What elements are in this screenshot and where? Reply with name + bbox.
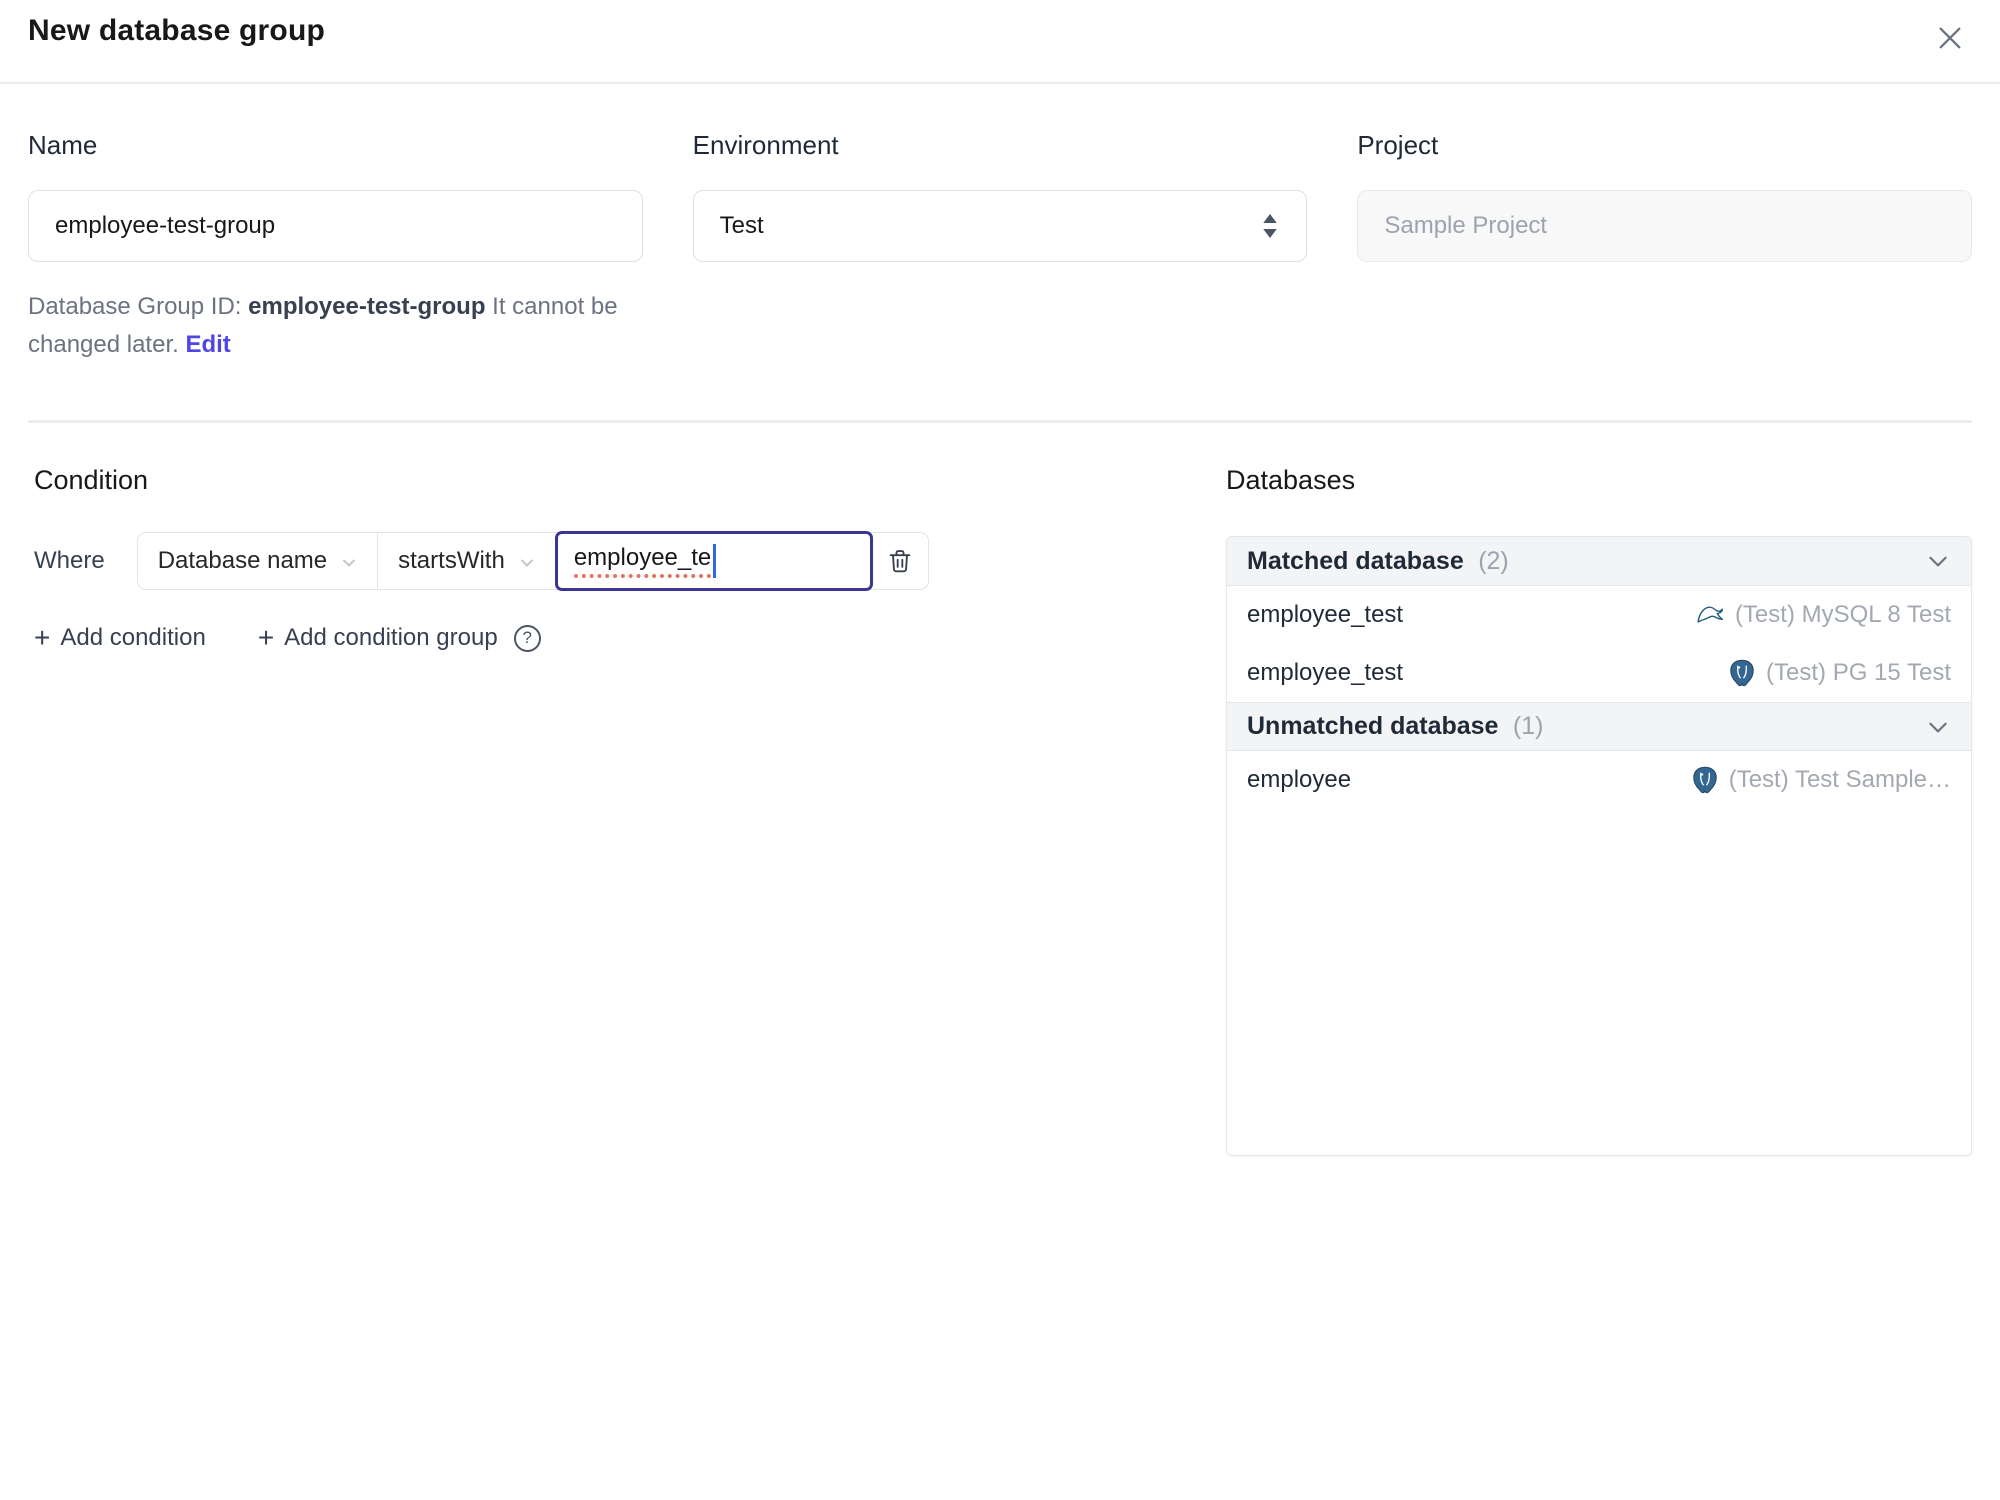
database-row: employee (Test) Test Sample… <box>1227 751 1971 809</box>
matched-database-title: Matched database <box>1247 546 1464 575</box>
matched-database-count: (2) <box>1478 546 1509 575</box>
edit-id-link[interactable]: Edit <box>185 331 230 358</box>
chevron-down-icon <box>1925 714 1951 740</box>
environment-select[interactable]: Test <box>692 190 1308 262</box>
chevron-down-icon <box>339 553 359 573</box>
delete-condition-button[interactable] <box>871 533 928 589</box>
database-name: employee <box>1247 766 1352 793</box>
condition-value-input[interactable]: employee_te <box>554 531 873 591</box>
databases-heading: Databases <box>1226 465 1356 495</box>
dialog-header: New database group <box>0 0 2000 84</box>
add-condition-button[interactable]: + Add condition <box>34 624 206 652</box>
help-icon[interactable]: ? <box>513 624 541 652</box>
database-engine: (Test) MySQL 8 Test <box>1694 600 1951 630</box>
text-caret <box>713 544 717 578</box>
name-field-group: Name Database Group ID: employee-test-gr… <box>28 130 643 364</box>
close-icon <box>1934 22 1966 54</box>
add-condition-group-button[interactable]: + Add condition group <box>258 624 498 652</box>
condition-heading: Condition <box>34 465 149 495</box>
database-engine: (Test) PG 15 Test <box>1727 658 1951 688</box>
chevron-down-icon <box>1925 548 1951 574</box>
database-row: employee_test (Test) PG 15 Test <box>1227 644 1971 702</box>
id-note-prefix: Database Group ID: <box>28 293 249 320</box>
plus-icon: + <box>34 622 51 653</box>
postgresql-icon <box>1690 765 1720 795</box>
project-label: Project <box>1357 130 1439 160</box>
section-divider <box>28 420 1972 423</box>
add-condition-label: Add condition <box>60 624 206 651</box>
name-field-wrapper <box>28 190 643 262</box>
database-name: employee_test <box>1247 601 1404 628</box>
environment-field-group: Environment Test <box>692 130 1308 364</box>
trash-icon <box>886 547 914 575</box>
database-instance: (Test) PG 15 Test <box>1766 659 1951 686</box>
condition-field-dropdown[interactable]: Database name <box>138 533 377 589</box>
condition-section: Condition Where Database name startsWith… <box>28 465 1226 652</box>
page-title: New database group <box>28 14 325 47</box>
unmatched-database-count: (1) <box>1512 712 1544 740</box>
mysql-icon <box>1694 600 1726 630</box>
environment-label: Environment <box>692 130 839 160</box>
condition-value-text: employee_te <box>573 544 712 578</box>
name-label: Name <box>28 130 98 160</box>
condition-field-value: Database name <box>157 547 328 574</box>
id-note-value: employee-test-group <box>248 293 486 320</box>
panel-empty-area <box>1227 809 1971 1155</box>
updown-chevrons-icon <box>1258 211 1282 241</box>
name-input[interactable] <box>55 212 618 240</box>
chevron-down-icon <box>517 553 537 573</box>
condition-operator-dropdown[interactable]: startsWith <box>377 533 555 589</box>
form-row: Name Database Group ID: employee-test-gr… <box>28 130 1973 364</box>
project-selected-value: Sample Project <box>1384 212 1548 239</box>
postgresql-icon <box>1727 658 1757 688</box>
where-label: Where <box>34 547 105 574</box>
project-select[interactable]: Sample Project <box>1357 190 1973 262</box>
database-instance: (Test) Test Sample… <box>1728 766 1951 793</box>
new-database-group-dialog: New database group Name Database Group I… <box>0 0 2000 1500</box>
database-instance: (Test) MySQL 8 Test <box>1734 601 1951 628</box>
environment-selected-value: Test <box>719 212 764 239</box>
database-engine: (Test) Test Sample… <box>1690 765 1951 795</box>
unmatched-database-title: Unmatched database <box>1247 712 1499 740</box>
condition-operator-value: startsWith <box>398 547 505 574</box>
matched-database-header[interactable]: Matched database (2) <box>1227 537 1971 586</box>
database-name: employee_test <box>1247 659 1404 686</box>
unmatched-database-header[interactable]: Unmatched database (1) <box>1227 702 1971 751</box>
databases-section: Databases Matched database (2) employee_… <box>1226 465 1972 1156</box>
add-condition-group-label: Add condition group <box>284 624 498 651</box>
database-group-id-note: Database Group ID: employee-test-group I… <box>28 288 628 364</box>
plus-icon: + <box>257 622 275 653</box>
database-row: employee_test (Test) MySQL 8 Test <box>1227 586 1971 644</box>
condition-row: Where Database name startsWith employee_… <box>34 531 1226 591</box>
condition-actions: + Add condition + Add condition group ? <box>34 624 1226 652</box>
lower-section: Condition Where Database name startsWith… <box>28 465 1972 1156</box>
condition-expression-group: Database name startsWith employee_te <box>136 531 929 591</box>
project-field-group: Project Sample Project <box>1357 130 1973 364</box>
dialog-body: Name Database Group ID: employee-test-gr… <box>0 130 2000 1156</box>
databases-panel: Matched database (2) employee_test (Test… <box>1226 536 1972 1156</box>
close-button[interactable] <box>1928 16 1972 60</box>
